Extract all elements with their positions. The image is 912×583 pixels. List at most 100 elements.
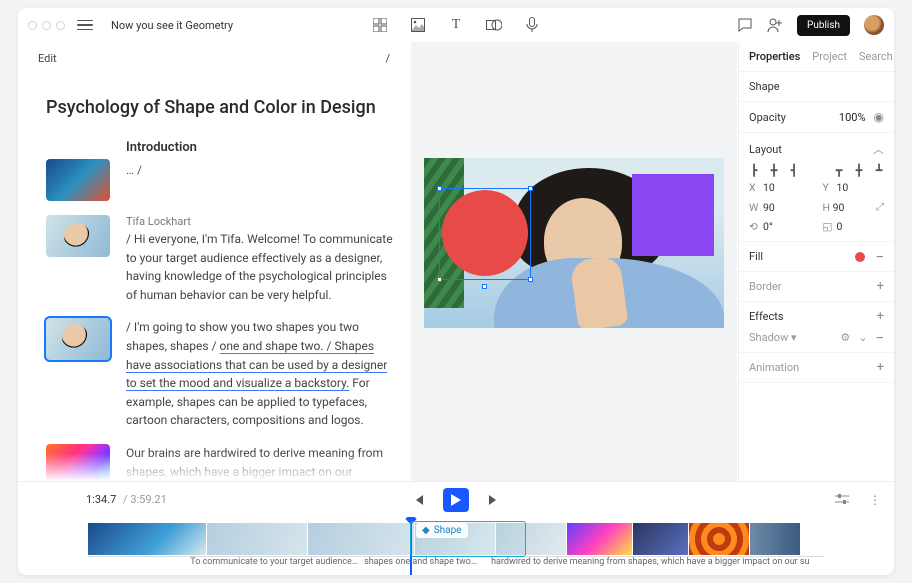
script-block-3: Our brains are hardwired to derive meani…	[46, 444, 394, 481]
timeline-clip-4[interactable]	[496, 523, 566, 555]
paragraph-2[interactable]: / I'm going to show you two shapes you t…	[126, 318, 394, 430]
section-opacity: Opacity 100% ◉	[739, 102, 894, 133]
timeline-clip-7[interactable]	[689, 523, 749, 555]
clip-thumb-3[interactable]	[46, 444, 110, 481]
shadow-toggle-icon[interactable]: ⌄	[858, 331, 867, 344]
inspector-panel: Properties Project Search Shape Opacity …	[738, 42, 894, 481]
add-effect-icon[interactable]: +	[877, 312, 884, 322]
shadow-label[interactable]: Shadow ▾	[749, 331, 797, 344]
resize-handle-sw[interactable]	[437, 277, 442, 282]
timeline-clip-5[interactable]	[567, 523, 632, 555]
fill-swatch[interactable]	[855, 252, 865, 262]
resize-handle-nw[interactable]	[437, 186, 442, 191]
skip-forward-icon[interactable]	[487, 493, 501, 507]
canvas-wrap	[411, 42, 737, 481]
remove-shadow-icon[interactable]: −	[875, 334, 884, 342]
y-field[interactable]: Y10	[823, 181, 885, 194]
timeline-clip-6[interactable]	[633, 523, 688, 555]
canvas[interactable]	[424, 158, 724, 328]
section-layout: Layout ︿ ┣ ╋ ┫ ┳ ╋ ┻ X10	[739, 133, 894, 242]
section-heading-intro[interactable]: Introduction	[126, 140, 394, 155]
breadcrumb: Edit /	[18, 42, 410, 75]
tab-search[interactable]: Search	[859, 50, 893, 63]
play-button[interactable]	[443, 488, 469, 512]
shape-icon[interactable]	[486, 17, 502, 33]
close-dot[interactable]	[28, 21, 37, 30]
shape-square[interactable]	[632, 174, 714, 256]
mic-icon[interactable]	[524, 17, 540, 33]
grid-icon[interactable]	[372, 17, 388, 33]
add-animation-icon[interactable]: +	[877, 363, 884, 373]
section-animation: Animation +	[739, 353, 894, 383]
h-field[interactable]: H 90⤢	[823, 200, 885, 214]
page-title[interactable]: Psychology of Shape and Color in Design	[18, 75, 410, 132]
min-dot[interactable]	[42, 21, 51, 30]
skip-back-icon[interactable]	[411, 493, 425, 507]
clip-thumb-0[interactable]	[46, 159, 110, 201]
layout-label: Layout	[749, 143, 782, 156]
remove-fill-icon[interactable]: −	[875, 253, 884, 261]
script-block-0: … /	[46, 159, 394, 201]
shape-tag-text: Shape	[434, 525, 462, 536]
app-window: Now you see it Geometry T Publish	[18, 8, 894, 575]
user-avatar[interactable]	[864, 15, 884, 35]
align-center-v-icon[interactable]: ╋	[854, 165, 864, 175]
link-wh-icon[interactable]: ⤢	[876, 200, 884, 214]
script-block-2: / I'm going to show you two shapes you t…	[46, 318, 394, 430]
paragraph-3[interactable]: Our brains are hardwired to derive meani…	[126, 444, 394, 481]
script-area[interactable]: Introduction … / Tifa Lockhart / Hi ever…	[18, 132, 410, 481]
radius-field[interactable]: ◱0	[823, 220, 885, 233]
breadcrumb-edit[interactable]: Edit	[38, 52, 57, 65]
publish-button[interactable]: Publish	[797, 15, 850, 36]
align-center-h-icon[interactable]: ╋	[769, 165, 779, 175]
image-icon[interactable]	[410, 17, 426, 33]
animation-label: Animation	[749, 361, 799, 374]
resize-handle-se[interactable]	[528, 277, 533, 282]
resize-handle-ne[interactable]	[528, 186, 533, 191]
topbar: Now you see it Geometry T Publish	[18, 8, 894, 42]
timeline-clip-0[interactable]	[88, 523, 206, 555]
timeline[interactable]: To communicate to your target audience… …	[18, 517, 894, 575]
tab-project[interactable]: Project	[812, 50, 847, 63]
script-block-1: Tifa Lockhart / Hi everyone, I'm Tifa. W…	[46, 215, 394, 304]
section-border: Border +	[739, 272, 894, 302]
editor-column: Edit / Psychology of Shape and Color in …	[18, 42, 410, 481]
shadow-settings-icon[interactable]: ⚙	[840, 331, 850, 344]
cap-0	[88, 556, 187, 568]
align-bottom-icon[interactable]: ┻	[874, 165, 884, 175]
add-person-icon[interactable]	[767, 17, 783, 33]
timecode: 1:34.7 / 3:59.21	[86, 493, 167, 506]
add-border-icon[interactable]: +	[877, 282, 884, 292]
visibility-icon[interactable]: ◉	[874, 110, 884, 124]
document-title[interactable]: Now you see it Geometry	[111, 19, 233, 32]
paragraph-1[interactable]: / Hi everyone, I'm Tifa. Welcome! To com…	[126, 230, 394, 304]
clip-thumb-2-selected[interactable]	[46, 318, 110, 360]
timeline-clip-2[interactable]	[308, 523, 414, 555]
timeline-settings-icon[interactable]	[835, 493, 849, 507]
selection-outline	[439, 188, 531, 280]
rotate-handle[interactable]	[482, 284, 487, 289]
menu-button[interactable]	[77, 17, 93, 33]
more-icon[interactable]: ⋮	[869, 493, 880, 507]
tab-properties[interactable]: Properties	[749, 50, 800, 63]
clip-thumb-1[interactable]	[46, 215, 110, 257]
playhead[interactable]	[410, 517, 412, 575]
max-dot[interactable]	[56, 21, 65, 30]
transport-bar: 1:34.7 / 3:59.21 ⋮	[18, 481, 894, 517]
opacity-value[interactable]: 100%	[839, 111, 866, 124]
align-right-icon[interactable]: ┫	[789, 165, 799, 175]
border-label: Border	[749, 280, 782, 293]
collapse-layout-icon[interactable]: ︿	[873, 141, 884, 157]
timeline-clip-1[interactable]	[207, 523, 307, 555]
x-field[interactable]: X10	[749, 181, 811, 194]
cap-1: To communicate to your target audience…	[188, 556, 361, 568]
w-field[interactable]: W90	[749, 200, 811, 214]
section-shape: Shape	[739, 72, 894, 102]
comment-icon[interactable]	[737, 17, 753, 33]
timeline-clip-8[interactable]	[750, 523, 800, 555]
align-left-icon[interactable]: ┣	[749, 165, 759, 175]
align-top-icon[interactable]: ┳	[834, 165, 844, 175]
text-icon[interactable]: T	[448, 17, 464, 33]
rotation-field[interactable]: ⟲0°	[749, 220, 811, 233]
time-duration: 3:59.21	[130, 493, 166, 506]
